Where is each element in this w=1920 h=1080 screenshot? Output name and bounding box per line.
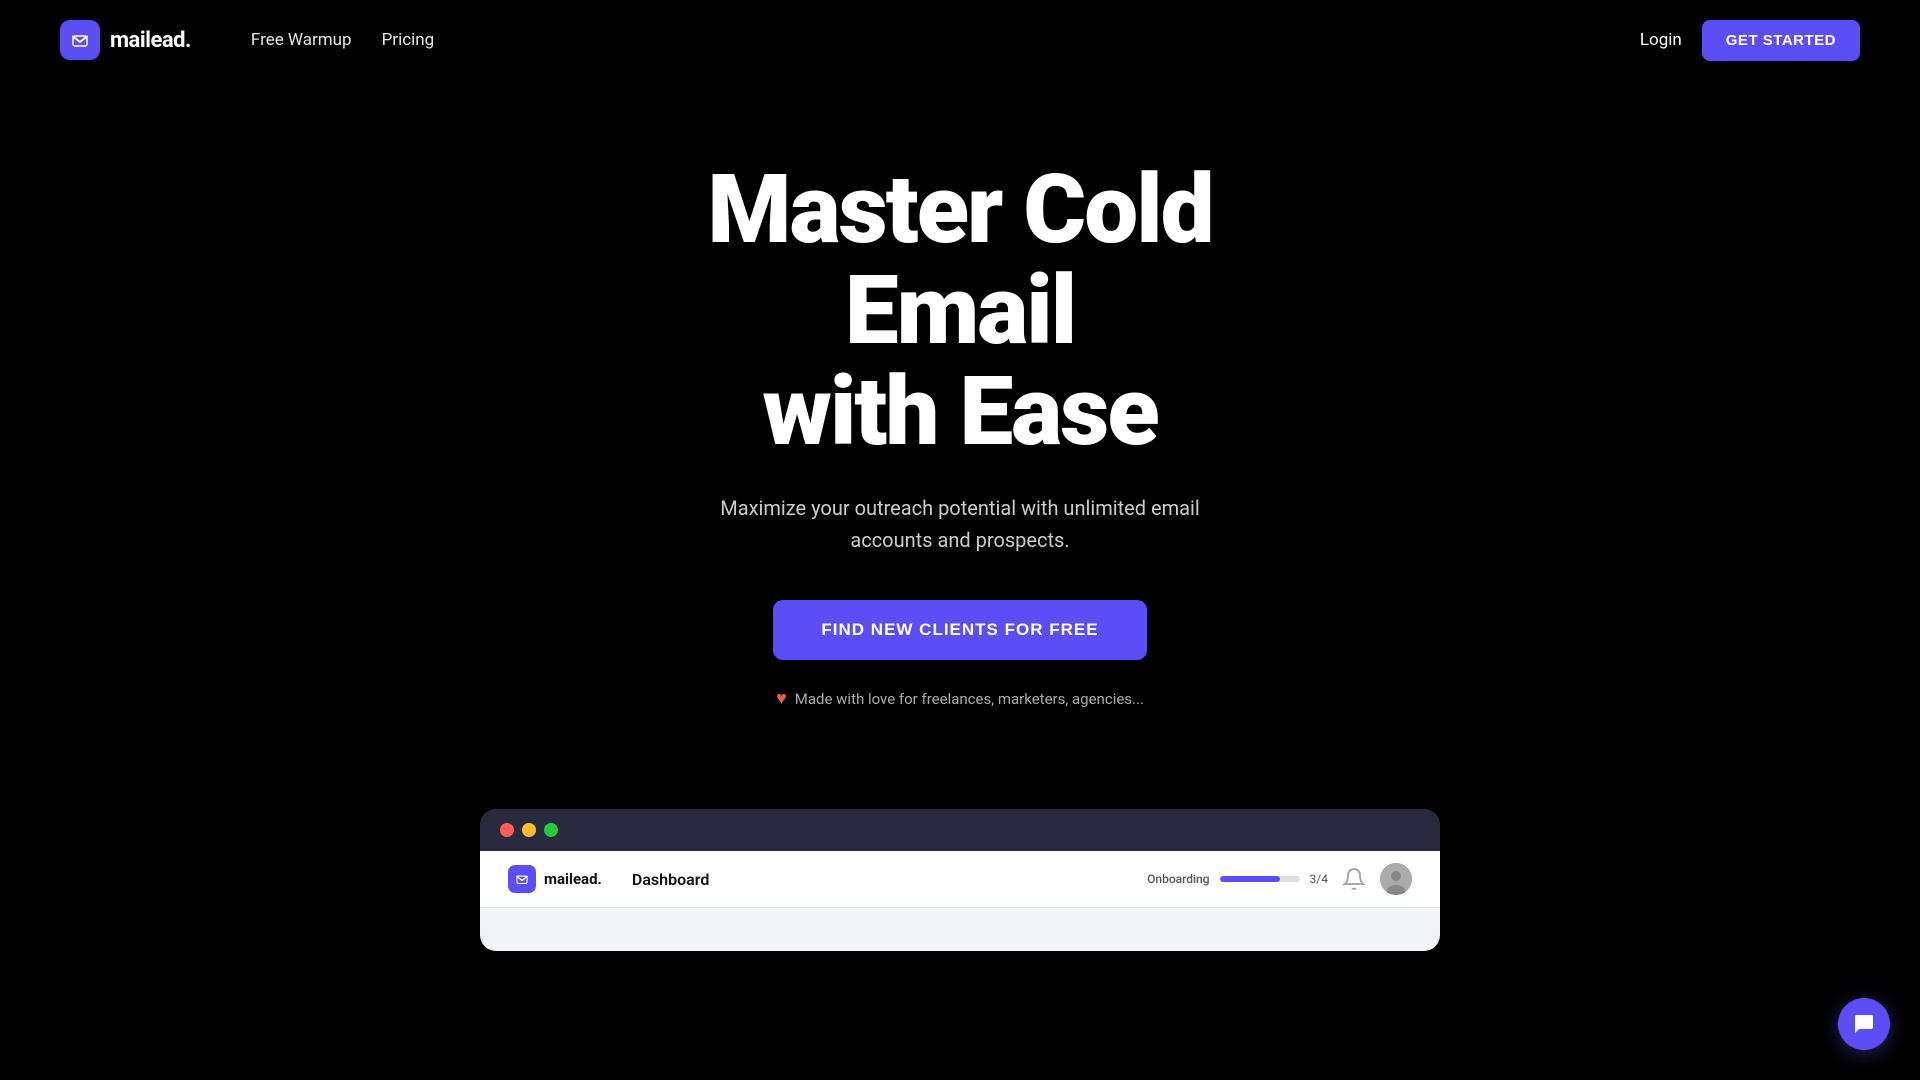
cta-button[interactable]: FIND NEW CLIENTS FOR FREE	[773, 600, 1146, 660]
window-dot-green[interactable]	[544, 823, 558, 837]
onboarding-progress-bar	[1220, 876, 1300, 882]
dashboard-logo-text: mailead.	[544, 870, 602, 888]
onboarding-fill	[1220, 876, 1280, 882]
hero-tagline: ♥ Made with love for freelances, markete…	[776, 688, 1144, 709]
nav-link-free-warmup[interactable]: Free Warmup	[251, 30, 352, 50]
hero-title-line2: Email	[845, 255, 1075, 367]
logo-icon	[60, 20, 100, 60]
nav-links: Free Warmup Pricing	[251, 30, 434, 50]
hero-title-line3: with Ease	[762, 356, 1157, 468]
navbar-right: Login GET STARTED	[1640, 20, 1860, 61]
onboarding-area: Onboarding 3/4	[1147, 872, 1328, 886]
dashboard-logo[interactable]: mailead.	[508, 865, 602, 893]
chat-icon	[1852, 1012, 1876, 1036]
window-dot-yellow[interactable]	[522, 823, 536, 837]
logo-text: mailead.	[110, 28, 191, 53]
hero-title: Master Cold Email with Ease	[707, 160, 1212, 462]
dashboard-titlebar	[480, 809, 1440, 851]
onboarding-count: 3/4	[1310, 872, 1328, 886]
hero-title-line1: Master Cold	[707, 154, 1212, 266]
logo[interactable]: mailead.	[60, 20, 191, 60]
dashboard-logo-icon	[508, 865, 536, 893]
hero-section: Master Cold Email with Ease Maximize you…	[0, 80, 1920, 769]
dashboard-preview: mailead. Dashboard Onboarding 3/4	[480, 809, 1440, 951]
login-link[interactable]: Login	[1640, 30, 1682, 50]
dashboard-nav-label[interactable]: Dashboard	[632, 870, 709, 889]
get-started-button[interactable]: GET STARTED	[1702, 20, 1860, 61]
dashboard-right-area: Onboarding 3/4	[1147, 863, 1412, 895]
navbar: mailead. Free Warmup Pricing Login GET S…	[0, 0, 1920, 80]
window-dot-red[interactable]	[500, 823, 514, 837]
dashboard-topbar: mailead. Dashboard Onboarding 3/4	[480, 851, 1440, 908]
onboarding-label: Onboarding	[1147, 872, 1209, 886]
dashboard-inner: mailead. Dashboard Onboarding 3/4	[480, 851, 1440, 951]
tagline-text: Made with love for freelances, marketers…	[795, 690, 1144, 708]
dashboard-brand-area: mailead. Dashboard	[508, 865, 709, 893]
hero-subtitle: Maximize your outreach potential with un…	[720, 492, 1200, 556]
heart-icon: ♥	[776, 688, 787, 709]
chat-widget[interactable]	[1838, 998, 1890, 1050]
notification-bell-icon[interactable]	[1342, 867, 1366, 891]
navbar-left: mailead. Free Warmup Pricing	[60, 20, 434, 60]
user-avatar[interactable]	[1380, 863, 1412, 895]
dashboard-preview-wrapper: mailead. Dashboard Onboarding 3/4	[0, 809, 1920, 951]
nav-link-pricing[interactable]: Pricing	[382, 30, 435, 50]
